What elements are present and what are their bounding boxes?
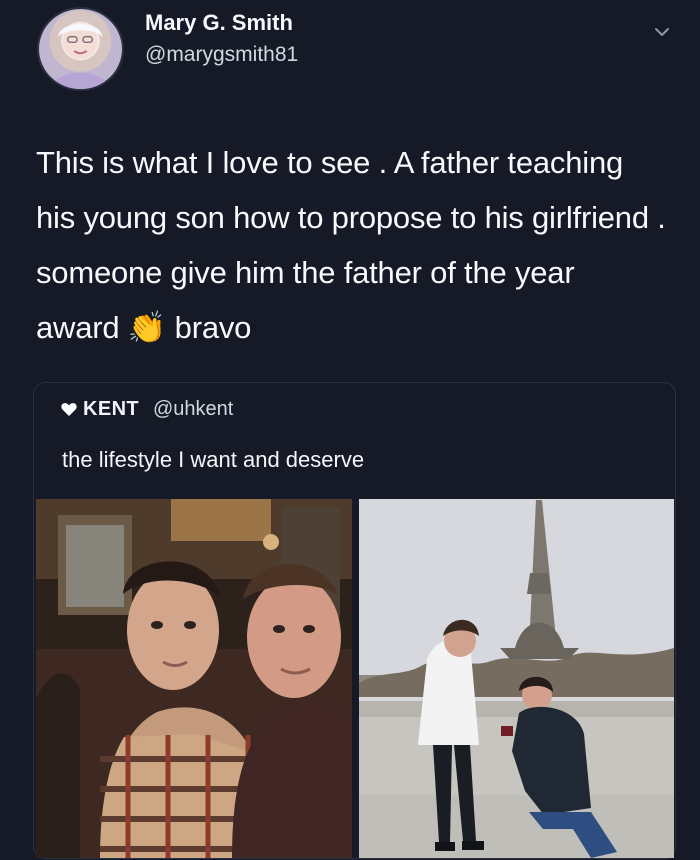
avatar-image [50,23,111,89]
restaurant-photo [36,499,352,858]
eiffel-proposal-photo [359,499,674,858]
quoted-username-handle[interactable]: @uhkent [153,398,233,421]
quoted-tweet-text: the lifestyle I want and deserve [62,447,365,472]
tweet-text: This is what I love to see . A father te… [36,145,675,345]
chevron-down-icon[interactable] [652,22,672,42]
photo-eiffel-tower-proposal[interactable] [359,499,674,858]
display-name[interactable]: Mary G. Smith [145,10,293,36]
heart-icon [61,403,77,416]
username-handle[interactable]: @marygsmith81 [145,43,298,67]
quoted-display-name[interactable]: KENT [83,398,139,421]
avatar[interactable] [37,7,124,91]
photo-father-and-son[interactable] [36,499,352,858]
